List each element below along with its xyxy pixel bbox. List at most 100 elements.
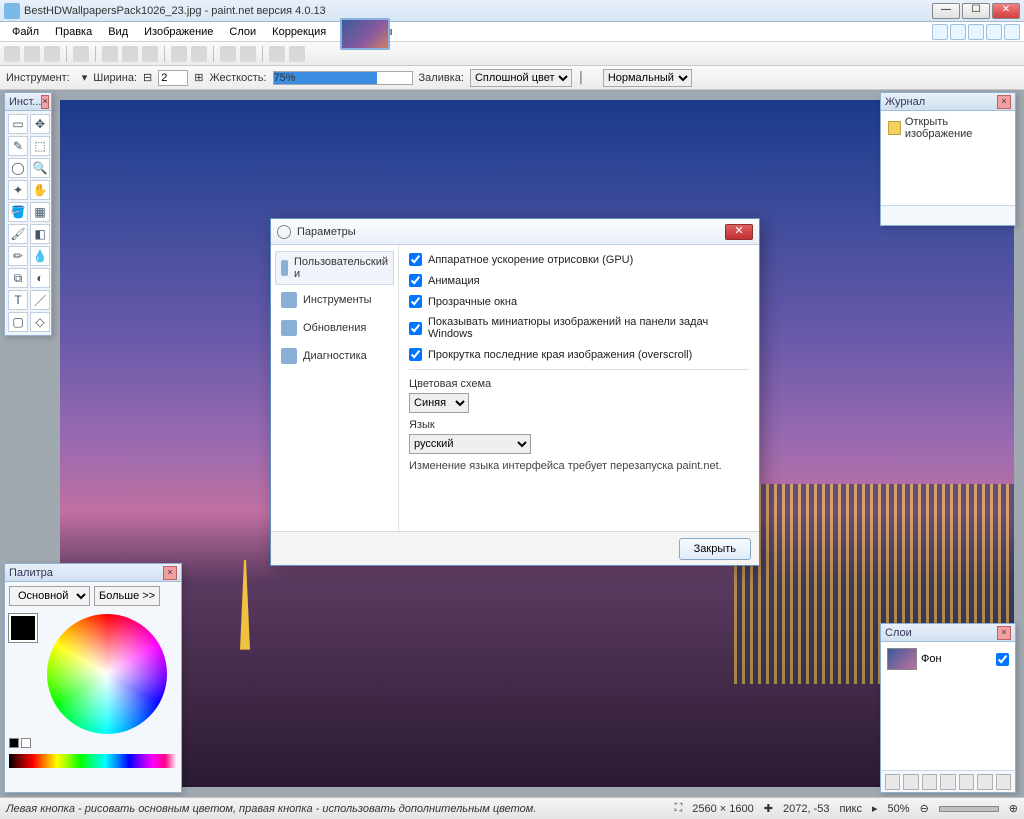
cut-icon[interactable] [102, 46, 118, 62]
ellipse-select-tool[interactable]: ◯ [8, 158, 28, 178]
grid-icon[interactable] [269, 46, 285, 62]
unit-select[interactable]: пикс [839, 803, 862, 815]
nav-diagnostics[interactable]: Диагностика [275, 343, 394, 369]
close-button[interactable]: ✕ [992, 3, 1020, 19]
zoom-out-icon[interactable]: ⊖ [920, 802, 929, 815]
history-panel-close[interactable]: × [997, 95, 1011, 109]
tools-panel-close[interactable]: × [41, 95, 48, 109]
colors-toggle-icon[interactable] [986, 24, 1002, 40]
zoom-in-icon[interactable]: ⊕ [1009, 802, 1018, 815]
nav-ui[interactable]: Пользовательский и [275, 251, 394, 285]
move-tool[interactable]: ✥ [30, 114, 50, 134]
rect-select-tool[interactable]: ▭ [8, 114, 28, 134]
copy-icon[interactable] [122, 46, 138, 62]
layers-panel-close[interactable]: × [997, 626, 1011, 640]
menu-view[interactable]: Вид [100, 24, 136, 40]
status-hint: Левая кнопка - рисовать основным цветом,… [6, 803, 536, 815]
history-toggle-icon[interactable] [950, 24, 966, 40]
window-titlebar: BestHDWallpapersPack1026_23.jpg - paint.… [0, 0, 1024, 22]
layer-props-icon[interactable] [996, 774, 1011, 790]
text-tool[interactable]: T [8, 290, 28, 310]
check-animation[interactable]: Анимация [409, 274, 749, 287]
zoom-slider[interactable] [939, 806, 999, 812]
new-icon[interactable] [4, 46, 20, 62]
hardness-value: 75% [274, 72, 378, 84]
document-thumb[interactable] [340, 18, 390, 50]
magic-wand-tool[interactable]: ✦ [8, 180, 28, 200]
recolor-tool[interactable]: ◐ [30, 268, 50, 288]
width-increment[interactable]: ⊞ [194, 71, 203, 84]
fill-select[interactable]: Сплошной цвет [470, 69, 572, 87]
color-scheme-select[interactable]: Синяя [409, 393, 469, 413]
duplicate-layer-icon[interactable] [922, 774, 937, 790]
zoom-tool[interactable]: 🔍 [30, 158, 50, 178]
check-taskbar-thumbs[interactable]: Показывать миниатюры изображений на пане… [409, 316, 749, 340]
palette-strip[interactable] [9, 754, 177, 768]
width-decrement[interactable]: ⊟ [143, 71, 152, 84]
tools-toggle-icon[interactable] [932, 24, 948, 40]
menu-layers[interactable]: Слои [221, 24, 264, 40]
undo-icon[interactable] [220, 46, 236, 62]
color-wheel[interactable] [47, 614, 167, 734]
nav-updates[interactable]: Обновления [275, 315, 394, 341]
palette-panel-close[interactable]: × [163, 566, 177, 580]
menu-file[interactable]: Файл [4, 24, 47, 40]
dialog-close-button[interactable]: Закрыть [679, 538, 751, 560]
settings-icon[interactable] [1004, 24, 1020, 40]
language-select[interactable]: русский [409, 434, 531, 454]
move-up-icon[interactable] [959, 774, 974, 790]
layer-row[interactable]: Фон [885, 646, 1011, 672]
dialog-close-icon[interactable]: ✕ [725, 224, 753, 240]
gradient-tool[interactable]: ▦ [30, 202, 50, 222]
layer-thumb [887, 648, 917, 670]
minimize-button[interactable]: — [932, 3, 960, 19]
hardness-slider[interactable]: 75% [273, 71, 413, 85]
check-overscroll[interactable]: Прокрутка последние края изображения (ov… [409, 348, 749, 361]
image-size-icon: ⛶ [675, 802, 683, 815]
delete-layer-icon[interactable] [903, 774, 918, 790]
blend-select[interactable]: Нормальный [603, 69, 692, 87]
redo-icon[interactable] [240, 46, 256, 62]
more-colors-button[interactable]: Больше >> [94, 586, 160, 606]
white-swatch[interactable] [21, 738, 31, 748]
save-icon[interactable] [44, 46, 60, 62]
menu-edit[interactable]: Правка [47, 24, 100, 40]
brush-width-input[interactable] [158, 70, 188, 86]
add-layer-icon[interactable] [885, 774, 900, 790]
tool-label: Инструмент: [6, 72, 70, 84]
deselect-icon[interactable] [191, 46, 207, 62]
merge-down-icon[interactable] [940, 774, 955, 790]
pan-tool[interactable]: ✋ [30, 180, 50, 200]
pencil-tool[interactable]: ✏ [8, 246, 28, 266]
shapes-tool[interactable]: ◇ [30, 312, 50, 332]
app-icon [4, 3, 20, 19]
move-down-icon[interactable] [977, 774, 992, 790]
picker-tool[interactable]: 💧 [30, 246, 50, 266]
crop-icon[interactable] [171, 46, 187, 62]
menu-image[interactable]: Изображение [136, 24, 221, 40]
layer-visible-checkbox[interactable] [996, 653, 1009, 666]
eraser-tool[interactable]: ◧ [30, 224, 50, 244]
rect-tool[interactable]: ▢ [8, 312, 28, 332]
open-icon[interactable] [24, 46, 40, 62]
paste-icon[interactable] [142, 46, 158, 62]
line-tool[interactable]: ／ [30, 290, 50, 310]
history-item[interactable]: Открыть изображение [884, 114, 1012, 142]
ruler-icon[interactable] [289, 46, 305, 62]
lasso-tool[interactable]: ✎ [8, 136, 28, 156]
check-transparent[interactable]: Прозрачные окна [409, 295, 749, 308]
brush-tool[interactable]: 🖌 [8, 224, 28, 244]
black-swatch[interactable] [9, 738, 19, 748]
clone-tool[interactable]: ⧉ [8, 268, 28, 288]
move-selection-tool[interactable]: ⬚ [30, 136, 50, 156]
menu-adjust[interactable]: Коррекция [264, 24, 334, 40]
bucket-tool[interactable]: 🪣 [8, 202, 28, 222]
color-mode-select[interactable]: Основной [9, 586, 90, 606]
maximize-button[interactable]: ☐ [962, 3, 990, 19]
check-gpu[interactable]: Аппаратное ускорение отрисовки (GPU) [409, 253, 749, 266]
print-icon[interactable] [73, 46, 89, 62]
layers-toggle-icon[interactable] [968, 24, 984, 40]
nav-tools[interactable]: Инструменты [275, 287, 394, 313]
decoration [240, 560, 250, 650]
primary-color-swatch[interactable] [9, 614, 37, 642]
